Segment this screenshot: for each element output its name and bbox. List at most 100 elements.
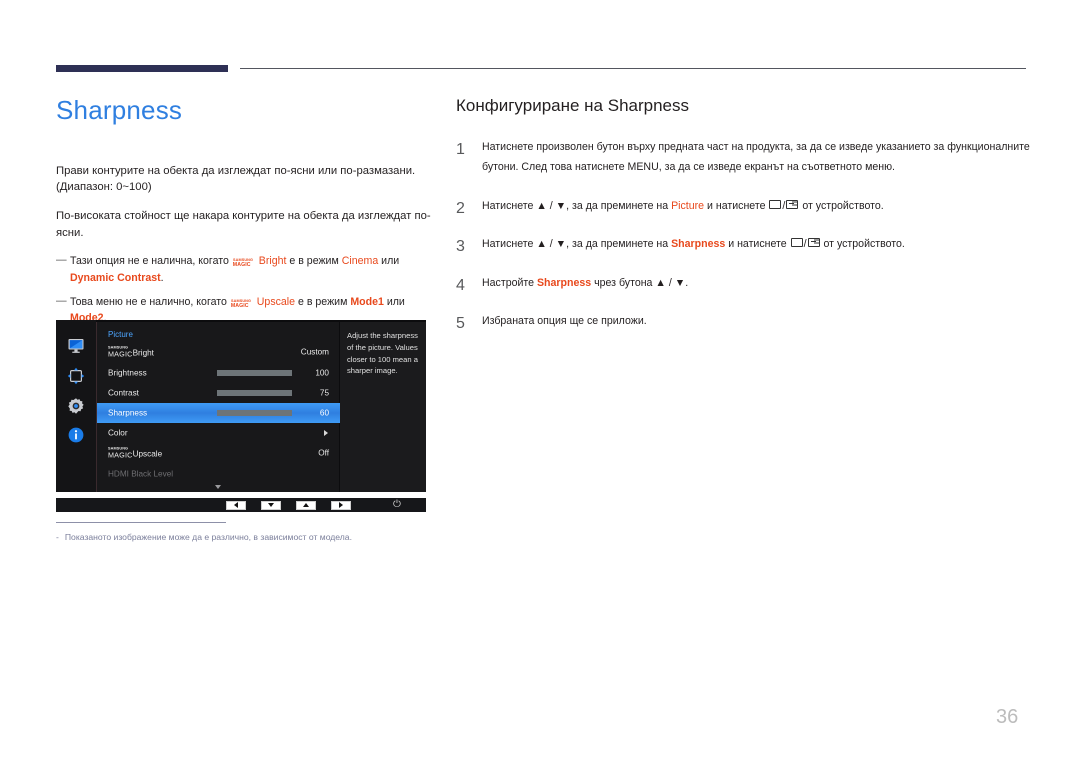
osd-icon-sidebar — [56, 320, 96, 492]
power-icon[interactable]: ⏻ — [392, 500, 402, 510]
note-feature: Bright — [258, 255, 287, 268]
osd-row-magicbright[interactable]: SAMSUNG MAGIC Bright Custom — [97, 342, 340, 362]
enter-button-icon — [807, 238, 820, 248]
note-dash: — — [56, 294, 67, 307]
samsung-wordmark: SAMSUNG — [230, 298, 251, 303]
osd-menu-title: Picture — [108, 330, 133, 339]
note-joiner: или — [383, 295, 405, 308]
note-value-1: Mode1 — [350, 295, 384, 308]
osd-row-label: HDMI Black Level — [108, 469, 174, 479]
arrow-up-icon — [303, 503, 309, 507]
note-value-2: Dynamic Contrast — [70, 271, 161, 284]
step-number: 2 — [456, 199, 465, 217]
step-text: Натиснете ▲ / ▼, за да преминете на — [482, 199, 672, 212]
osd-row-label: Brightness — [108, 368, 147, 378]
screen-adjust-icon[interactable] — [67, 367, 85, 385]
step-text-2: и натиснете — [725, 238, 790, 251]
osd-button-up[interactable] — [296, 500, 316, 510]
header-rule-thin — [240, 68, 1026, 69]
note-feature: Upscale — [256, 295, 296, 308]
scroll-down-icon[interactable] — [215, 485, 221, 489]
step-text: Натиснете произволен бутон върху преднат… — [482, 141, 1030, 173]
chevron-right-icon — [324, 430, 328, 436]
source-button-icon — [790, 238, 803, 248]
step-number: 5 — [456, 315, 465, 333]
contrast-slider[interactable] — [217, 390, 292, 396]
osd-row-contrast[interactable]: Contrast 75 — [97, 383, 340, 403]
magic-wordmark: MAGIC — [108, 349, 133, 359]
footnote-dash: - — [56, 532, 59, 542]
note-dash: — — [56, 254, 67, 267]
osd-menu-panel: Picture SAMSUNG MAGIC Bright Custom Bright… — [96, 322, 340, 492]
step-highlight: Sharpness — [671, 238, 726, 251]
osd-button-left[interactable] — [226, 500, 246, 510]
footnote-rule — [56, 522, 226, 523]
right-column: Конфигуриране на Sharpness 1 Натиснете п… — [456, 96, 1036, 351]
osd-row-brightness[interactable]: Brightness 100 — [97, 363, 340, 383]
note-joiner: или — [378, 255, 400, 268]
system-gear-icon[interactable] — [67, 397, 85, 415]
osd-row-label-text: Upscale — [132, 449, 163, 459]
osd-row-label: SAMSUNG MAGIC Bright — [108, 346, 154, 359]
osd-row-value: Off — [318, 448, 329, 458]
page-title: Sharpness — [56, 95, 183, 125]
step-text: Избраната опция ще се приложи. — [482, 315, 647, 328]
osd-row-label-text: Bright — [132, 348, 154, 358]
step-text-2: и натиснете — [704, 199, 769, 212]
osd-description-panel: Adjust the sharpness of the picture. Val… — [340, 322, 426, 492]
note-mid: е в режим — [286, 255, 342, 268]
step-number: 1 — [456, 141, 465, 159]
sharpness-slider[interactable] — [217, 410, 292, 416]
step-item: 1 Натиснете произволен бутон върху предн… — [456, 138, 1036, 177]
osd-row-value: 75 — [319, 388, 329, 398]
step-highlight: Picture — [671, 199, 705, 212]
header-rule-thick — [56, 65, 228, 72]
step-text-3: от устройството. — [799, 199, 884, 212]
brightness-slider[interactable] — [217, 370, 292, 376]
step-text-2: чрез бутона ▲ / ▼. — [591, 276, 689, 289]
page-number: 36 — [996, 706, 1019, 728]
source-button-icon — [769, 199, 782, 209]
step-number: 3 — [456, 238, 465, 256]
note-suffix: . — [160, 271, 164, 284]
section-title: Конфигуриране на Sharpness — [456, 96, 690, 115]
osd-row-value: 100 — [315, 368, 329, 378]
samsung-wordmark: SAMSUNG — [232, 258, 253, 262]
osd-row-color[interactable]: Color — [97, 423, 340, 443]
samsung-magic-logo-icon: SAMSUNG MAGIC — [108, 447, 133, 460]
step-highlight: Sharpness — [536, 276, 592, 289]
description-paragraph-2: По-високата стойност ще накара контурите… — [56, 210, 431, 239]
osd-row-hdmi-black-level[interactable]: HDMI Black Level — [97, 464, 340, 484]
step-item: 5 Избраната опция ще се приложи. — [456, 312, 1036, 332]
arrow-right-icon — [339, 502, 343, 508]
osd-row-value: Custom — [300, 347, 329, 357]
magic-wordmark: MAGIC — [108, 450, 133, 460]
footnote: - Показаното изображение може да е различ… — [56, 531, 456, 543]
note-item: — Тази опция не е налична, когато SAMSUNG… — [56, 253, 436, 286]
arrow-left-icon — [234, 502, 238, 508]
osd-button-bar: ⏻ — [56, 498, 426, 512]
osd-row-label: Sharpness — [108, 408, 148, 418]
osd-button-down[interactable] — [261, 500, 281, 510]
information-icon[interactable] — [67, 426, 85, 444]
arrow-down-icon — [268, 503, 274, 507]
step-item: 3 Натиснете ▲ / ▼, за да преминете на Sha… — [456, 235, 1036, 255]
osd-row-label: SAMSUNG MAGIC Upscale — [108, 447, 163, 460]
samsung-magic-logo-icon: SAMSUNG MAGIC — [230, 298, 251, 309]
osd-row-label: Color — [108, 428, 128, 438]
note-value-1: Cinema — [341, 255, 379, 268]
osd-screenshot: Picture SAMSUNG MAGIC Bright Custom Bright… — [56, 320, 426, 512]
description-paragraph-1: Прави контурите на обекта да изглеждат п… — [56, 164, 416, 193]
picture-icon[interactable] — [67, 337, 85, 355]
footnote-text: Показаното изображение може да е различн… — [64, 532, 352, 542]
magic-wordmark: MAGIC — [232, 262, 251, 269]
osd-row-magicupscale[interactable]: SAMSUNG MAGIC Upscale Off — [97, 443, 340, 463]
step-text: Настройте — [482, 276, 537, 289]
osd-row-sharpness[interactable]: Sharpness 60 — [97, 403, 340, 423]
magic-wordmark: MAGIC — [230, 302, 249, 309]
step-text-3: от устройството. — [820, 238, 905, 251]
step-number: 4 — [456, 276, 465, 294]
note-mid: е в режим — [295, 295, 351, 308]
osd-button-right[interactable] — [331, 500, 351, 510]
samsung-magic-logo-icon: SAMSUNG MAGIC — [232, 258, 253, 269]
